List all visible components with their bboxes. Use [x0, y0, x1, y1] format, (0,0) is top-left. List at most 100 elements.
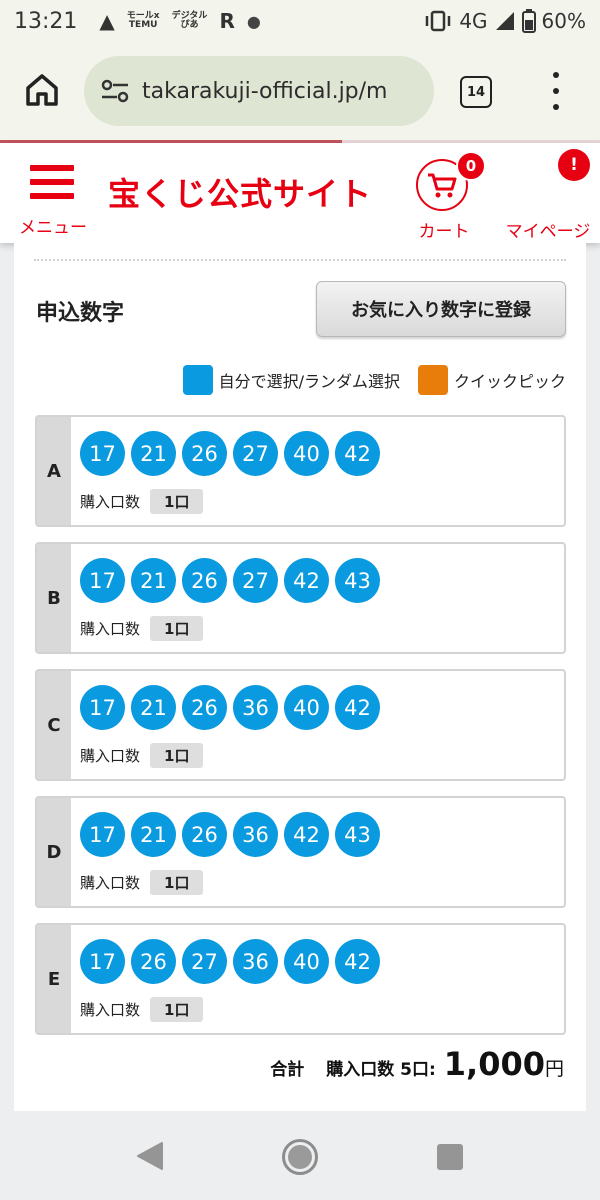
quantity-value: 1口: [150, 870, 204, 895]
quantity-label: 購入口数: [80, 747, 141, 765]
more-options-icon[interactable]: [550, 72, 562, 110]
number-ball: 21: [131, 812, 176, 857]
temu-icon: モールx TEMU: [127, 12, 160, 30]
number-ball: 27: [233, 431, 278, 476]
back-icon[interactable]: [136, 1141, 164, 1171]
legend-label-self-select: 自分で選択/ランダム選択: [218, 372, 400, 391]
legend: 自分で選択/ランダム選択 クイックピック: [182, 365, 566, 395]
legend-label-quick-pick: クイックピック: [453, 372, 566, 391]
number-ball: 43: [335, 812, 380, 857]
number-ball: 26: [182, 812, 227, 857]
status-bar: 13:21 ▲ モールx TEMU デジタル ぴあ R ● 4G 60%: [0, 0, 600, 42]
number-ball: 26: [182, 685, 227, 730]
quantity-label: 購入口数: [80, 874, 141, 892]
line-label: E: [37, 925, 71, 1033]
number-ball: 26: [182, 431, 227, 476]
line-label: C: [37, 671, 71, 779]
quantity-row: 購入口数 1口: [80, 743, 204, 768]
total-amount: 1,000: [443, 1045, 545, 1083]
more-notifications-dot-icon: ●: [246, 11, 261, 31]
section-title: 申込数字: [36, 301, 125, 326]
number-ball: 40: [284, 431, 329, 476]
system-icons: 4G 60%: [423, 9, 586, 33]
line-row-e: E 17 26 27 36 40 42 購入口数 1口: [35, 923, 566, 1035]
notification-icons: ▲ モールx TEMU デジタル ぴあ R ●: [99, 9, 260, 33]
number-ball: 36: [233, 685, 278, 730]
number-ball: 36: [233, 939, 278, 984]
number-ball: 21: [131, 558, 176, 603]
number-ball: 17: [80, 812, 125, 857]
divider: [34, 259, 566, 261]
number-lines: A 17 21 26 27 40 42 購入口数 1口 B 17 21 26 2…: [35, 415, 566, 1050]
quantity-label: 購入口数: [80, 493, 141, 511]
number-ball: 26: [182, 558, 227, 603]
battery-icon: [521, 9, 536, 33]
add-favorite-numbers-button[interactable]: お気に入り数字に登録: [316, 281, 566, 337]
number-ball: 42: [284, 812, 329, 857]
line-row-b: B 17 21 26 27 42 43 購入口数 1口: [35, 542, 566, 654]
selection-summary: 申込数字 お気に入り数字に登録 自分で選択/ランダム選択 クイックピック A 1…: [14, 243, 586, 1111]
system-navigation-bar: [0, 1111, 600, 1200]
number-balls: 17 21 26 27 40 42: [80, 431, 380, 476]
site-header: メニュー 宝くじ公式サイト 0 カート ! マイページ: [0, 143, 600, 243]
quantity-row: 購入口数 1口: [80, 616, 204, 641]
browser-toolbar: takarakuji-official.jp/m 14: [0, 42, 600, 140]
quantity-row: 購入口数 1口: [80, 489, 204, 514]
url-text: takarakuji-official.jp/m: [142, 78, 388, 104]
hamburger-icon: [30, 165, 74, 207]
address-bar[interactable]: takarakuji-official.jp/m: [84, 56, 434, 126]
home-nav-icon[interactable]: [282, 1139, 318, 1175]
cart-count-badge: 0: [456, 151, 486, 181]
status-time: 13:21: [14, 8, 78, 34]
number-ball: 26: [131, 939, 176, 984]
vibrate-icon: [426, 10, 451, 32]
quantity-value: 1口: [150, 743, 204, 768]
quantity-value: 1口: [150, 489, 204, 514]
temu-icon-bottom: TEMU: [128, 20, 158, 30]
network-type: 4G: [459, 9, 488, 33]
number-ball: 40: [284, 939, 329, 984]
site-settings-icon[interactable]: [100, 76, 130, 106]
warning-icon: ▲: [99, 9, 115, 33]
quantity-label: 購入口数: [80, 1001, 141, 1019]
quantity-row: 購入口数 1口: [80, 997, 204, 1022]
number-ball: 17: [80, 685, 125, 730]
number-ball: 21: [131, 431, 176, 476]
total-summary: 合計 購入口数 5口: 1,000 円: [270, 1045, 564, 1083]
legend-swatch-self-select: [182, 365, 213, 395]
battery-level: 60%: [541, 9, 586, 33]
r-app-icon: R: [219, 9, 235, 33]
number-ball: 21: [131, 685, 176, 730]
line-label: B: [37, 544, 71, 652]
number-balls: 17 21 26 27 42 43: [80, 558, 380, 603]
quantity-label: 購入口数: [80, 620, 141, 638]
tab-switcher-button[interactable]: 14: [460, 76, 492, 108]
line-row-c: C 17 21 26 36 40 42 購入口数 1口: [35, 669, 566, 781]
number-ball: 43: [335, 558, 380, 603]
home-icon[interactable]: [24, 72, 60, 108]
quantity-value: 1口: [150, 616, 204, 641]
mypage-button[interactable]: ! マイページ: [500, 147, 596, 242]
quantity-row: 購入口数 1口: [80, 870, 204, 895]
total-count: 購入口数 5口:: [326, 1060, 436, 1080]
signal-icon: [495, 12, 514, 30]
cart-button[interactable]: 0 カート: [412, 151, 486, 242]
number-balls: 17 21 26 36 42 43: [80, 812, 380, 857]
number-ball: 17: [80, 431, 125, 476]
total-label: 合計: [270, 1060, 305, 1080]
cart-label: カート: [418, 222, 470, 242]
number-ball: 27: [182, 939, 227, 984]
recent-apps-icon[interactable]: [437, 1144, 463, 1170]
pia-icon: デジタル ぴあ: [172, 12, 208, 30]
number-ball: 17: [80, 939, 125, 984]
total-unit: 円: [544, 1058, 564, 1080]
site-logo[interactable]: 宝くじ公式サイト: [108, 169, 372, 215]
number-ball: 42: [335, 939, 380, 984]
number-ball: 27: [233, 558, 278, 603]
line-label: D: [37, 798, 71, 906]
legend-swatch-quick-pick: [417, 365, 448, 395]
line-label: A: [37, 417, 71, 525]
number-ball: 36: [233, 812, 278, 857]
menu-button[interactable]: メニュー: [18, 161, 88, 241]
number-ball: 42: [335, 431, 380, 476]
